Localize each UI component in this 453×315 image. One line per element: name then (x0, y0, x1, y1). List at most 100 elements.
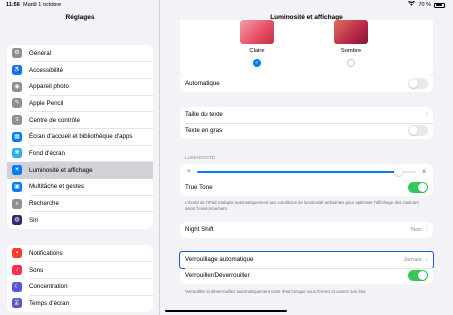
bold-text-toggle[interactable] (408, 125, 428, 137)
true-tone-toggle[interactable] (408, 182, 428, 194)
sidebar-item-label: Centre de contrôle (29, 116, 80, 124)
true-tone-note: L'écran de l'iPad s'adapte automatiqueme… (185, 200, 419, 211)
lock-unlock-note: Verrouillez et déverrouillez automatique… (185, 289, 367, 294)
brightness-fill (197, 171, 399, 173)
night-shift-label: Night Shift (185, 226, 214, 234)
sidebar-item-siri[interactable]: ◍ Siri (7, 212, 153, 229)
lock-unlock-row: Verrouiller/Déverrouiller (180, 267, 433, 284)
sidebar-item-label: Accessibilité (29, 66, 64, 74)
sidebar-item-label: Écran d'accueil et bibliothèque d'apps (29, 133, 133, 141)
accessibility-icon: ♿ (12, 65, 22, 76)
sidebar-item-temps-d-ecran[interactable]: ⌛ Temps d'écran (7, 295, 153, 312)
true-tone-label: True Tone (185, 184, 213, 192)
sidebar-item-multitache-et-gestes[interactable]: ▣ Multitâche et gestes (7, 179, 153, 196)
light-mode-label: Claire (249, 48, 265, 54)
sidebar-item-notifications[interactable]: ▪ Notifications (7, 245, 153, 262)
auto-lock-label: Verrouillage automatique (185, 256, 254, 264)
automatic-card: Automatique (180, 76, 433, 92)
multitasking-icon: ▣ (12, 181, 22, 192)
automatic-toggle[interactable] (408, 78, 428, 90)
focus-icon: ☾ (12, 281, 22, 292)
night-shift-card: Night Shift Non › (180, 222, 433, 238)
checkmark-icon: ✓ (254, 60, 260, 66)
sidebar-item-label: Multitâche et gestes (29, 183, 85, 191)
lock-card: Verrouillage automatique Jamais › Verrou… (179, 251, 434, 284)
night-shift-row[interactable]: Night Shift Non › (180, 222, 433, 238)
light-mode-thumbnail[interactable] (240, 20, 274, 44)
siri-icon: ◍ (12, 215, 22, 226)
sidebar-item-label: Concentration (29, 283, 68, 291)
status-right: 70 % (408, 0, 445, 10)
sidebar-item-recherche[interactable]: ⌕ Recherche (7, 195, 153, 212)
sidebar-item-fond-d-ecran[interactable]: ❋ Fond d'écran (7, 145, 153, 162)
sidebar-item-concentration[interactable]: ☾ Concentration (7, 278, 153, 295)
night-shift-value: Non (411, 226, 422, 233)
light-mode-radio[interactable]: ✓ (253, 59, 261, 67)
text-card: Taille du texte › Texte en gras (180, 107, 433, 139)
dark-mode-label: Sombre (340, 48, 362, 54)
brightness-card: ☀ ☀ True Tone (180, 164, 433, 196)
appearance-card: Claire Sombre ✓ (180, 20, 433, 76)
sidebar-item-apple-pencil[interactable]: ✎ Apple Pencil (7, 95, 153, 112)
bold-text-label: Texte en gras (185, 127, 223, 135)
battery-percent: 70 % (418, 2, 431, 8)
auto-lock-row[interactable]: Verrouillage automatique Jamais › (179, 251, 434, 269)
camera-icon: ◉ (12, 81, 22, 92)
sidebar-item-label: Recherche (29, 200, 59, 208)
sounds-icon: ♪ (12, 265, 22, 276)
notifications-icon: ▪ (12, 248, 22, 259)
control-center-icon: ≡ (12, 115, 22, 126)
status-date: Mardi 1 octobre (23, 2, 62, 8)
wifi-icon (408, 0, 416, 10)
sidebar-item-label: Appareil photo (29, 83, 69, 91)
sun-small-icon: ☀ (186, 169, 192, 176)
chevron-right-icon: › (425, 226, 428, 234)
brightness-section-label: LUMINOSITÉ (185, 155, 216, 160)
brightness-slider[interactable] (197, 167, 416, 177)
main-panel: Luminosité et affichage Claire Sombre ✓ … (160, 0, 453, 315)
brightness-knob[interactable] (393, 167, 403, 177)
brightness-icon: ☀ (12, 165, 22, 176)
sun-large-icon: ☀ (420, 167, 428, 177)
text-size-row[interactable]: Taille du texte › (180, 107, 433, 123)
automatic-row: Automatique (180, 76, 433, 92)
screen-time-icon: ⌛ (12, 298, 22, 309)
sidebar-item-label: Sons (29, 266, 44, 274)
automatic-label: Automatique (185, 80, 220, 88)
sidebar-item-luminosite-et-affichage[interactable]: ☀ Luminosité et affichage (7, 161, 153, 179)
sidebar-item-label: Apple Pencil (29, 99, 64, 107)
sidebar-item-appareil-photo[interactable]: ◉ Appareil photo (7, 78, 153, 95)
home-indicator[interactable] (165, 309, 287, 312)
lock-unlock-label: Verrouiller/Déverrouiller (185, 272, 250, 280)
dark-mode-thumbnail[interactable] (334, 20, 368, 44)
sidebar-item-accessibilite[interactable]: ♿ Accessibilité (7, 62, 153, 79)
sidebar-item-sons[interactable]: ♪ Sons (7, 262, 153, 279)
sidebar-item-general[interactable]: ⚙ Général (7, 45, 153, 62)
chevron-right-icon: › (425, 256, 428, 264)
bold-text-row: Texte en gras (180, 122, 433, 139)
lock-unlock-toggle[interactable] (408, 270, 428, 282)
sidebar-item-label: Luminosité et affichage (29, 166, 93, 174)
battery-icon (434, 2, 445, 8)
brightness-slider-row: ☀ ☀ (180, 164, 433, 180)
gear-icon: ⚙ (12, 48, 22, 59)
sidebar-item-ecran-d-accueil-et-bibliotheque-d-apps[interactable]: ▦ Écran d'accueil et bibliothèque d'apps (7, 128, 153, 145)
true-tone-row: True Tone (180, 180, 433, 196)
pencil-icon: ✎ (12, 98, 22, 109)
sidebar-group-notifications: ▪ Notifications ♪ Sons ☾ Concentration ⌛ Temps … (7, 245, 153, 312)
sidebar-title: Réglages (65, 14, 95, 21)
sidebar-item-centre-de-controle[interactable]: ≡ Centre de contrôle (7, 112, 153, 129)
auto-lock-value: Jamais (403, 256, 422, 263)
chevron-right-icon: › (425, 111, 428, 119)
search-icon: ⌕ (12, 198, 22, 209)
sidebar-group-general: ⚙ Général ♿ Accessibilité ◉ Appareil photo ✎ Ap… (7, 45, 153, 229)
status-time: 11:56 (6, 2, 20, 8)
status-bar: 11:56 Mardi 1 octobre 70 % (0, 0, 453, 10)
sidebar-item-label: Siri (29, 216, 38, 224)
dark-mode-radio[interactable] (347, 59, 355, 67)
text-size-label: Taille du texte (185, 111, 223, 119)
sidebar: Réglages ⚙ Général ♿ Accessibilité ◉ Appareil… (0, 0, 160, 315)
home-screen-icon: ▦ (12, 131, 22, 142)
sidebar-item-label: Général (29, 49, 52, 57)
sidebar-item-label: Fond d'écran (29, 149, 65, 157)
